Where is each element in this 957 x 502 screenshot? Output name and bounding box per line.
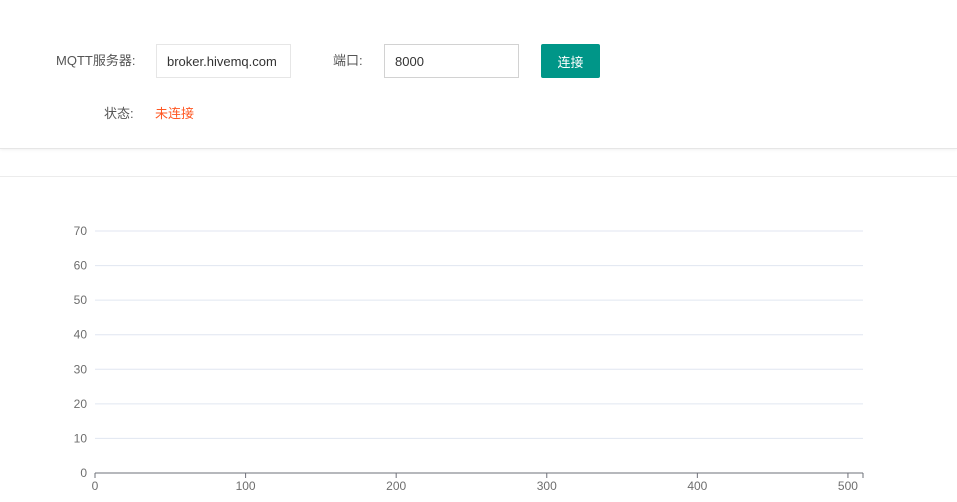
connection-form: MQTT服务器: 端口: 连接 状态: 未连接 [0,0,957,149]
y-tick-label: 0 [80,466,87,480]
y-tick-label: 10 [74,431,88,445]
x-tick-label: 0 [92,479,99,493]
mqtt-page: MQTT服务器: 端口: 连接 状态: 未连接 0102030405060700… [0,0,957,502]
status-value: 未连接 [155,106,195,121]
x-tick-label: 200 [386,479,406,493]
y-tick-label: 30 [74,362,88,376]
x-tick-label: 400 [687,479,707,493]
y-tick-label: 70 [74,224,88,238]
y-tick-label: 50 [74,293,88,307]
y-tick-label: 20 [74,397,88,411]
server-label: MQTT服务器: [56,53,136,68]
status-label: 状态: [104,106,134,121]
y-tick-label: 60 [74,259,88,273]
connect-button[interactable]: 连接 [541,44,600,78]
port-input[interactable] [384,44,519,78]
x-tick-label: 500 [838,479,858,493]
port-label: 端口: [333,53,363,68]
line-chart: 0 10 20 30 40 50 60 70 0 100 200 300 400 500 [74,224,864,493]
section-divider [0,176,957,177]
x-tick-label: 300 [537,479,557,493]
x-tick-label: 100 [236,479,256,493]
y-tick-label: 40 [74,328,88,342]
server-input[interactable] [156,44,291,78]
